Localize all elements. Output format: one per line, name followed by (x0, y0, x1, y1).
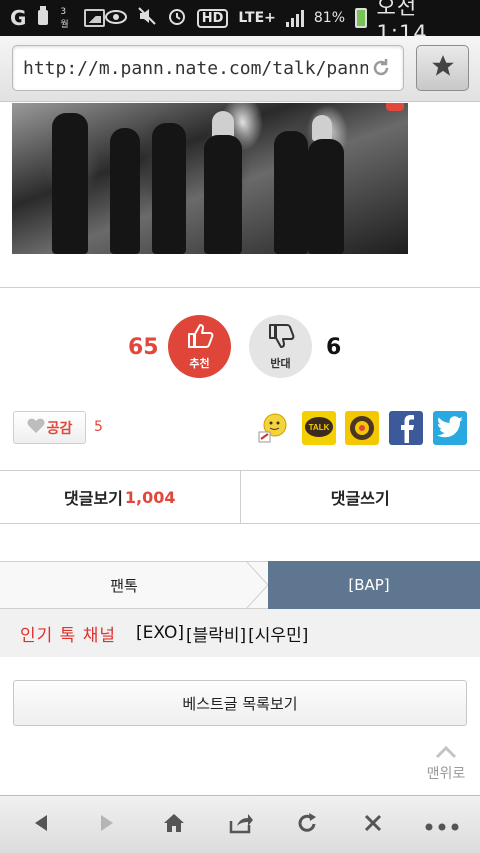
alarm-icon (167, 6, 187, 31)
more-button[interactable] (424, 810, 460, 840)
oppose-label: 반대 (270, 356, 291, 370)
url-text[interactable]: http://m.pann.nate.com/talk/pann/1 (23, 58, 368, 79)
status-bar: G 3월 HD LTE+ 81% 오전 1:14 (0, 0, 480, 45)
thumbs-up-icon (186, 323, 214, 353)
star-icon (430, 53, 456, 83)
battery-icon (355, 8, 367, 28)
recommend-count: 65 (128, 335, 159, 360)
recommend-label: 추천 (189, 356, 210, 370)
more-icon (425, 816, 459, 835)
tab-bap-label: [BAP] (348, 576, 390, 594)
article-photo (12, 103, 408, 254)
thumbs-down-icon (267, 323, 295, 353)
heart-icon (27, 418, 45, 438)
signal-icon (285, 9, 304, 27)
date-mini: 3월 (60, 6, 69, 30)
photo-badge (386, 103, 404, 111)
battery-percent: 81% (313, 10, 345, 26)
back-to-top-label: 맨위로 (426, 766, 466, 782)
kakaotalk-icon[interactable]: TALK (302, 411, 336, 445)
forward-button[interactable] (93, 810, 123, 840)
channel-link-blockb[interactable]: [블락비] (186, 621, 246, 646)
close-icon (363, 813, 383, 837)
oppose-button[interactable]: 반대 (249, 315, 312, 378)
chevron-up-icon (434, 745, 458, 763)
page-content: 65 추천 반대 6 공감 5 TALK 댓글보기 1,004 댓글쓰기 [BA… (0, 103, 480, 795)
share-button[interactable] (226, 810, 256, 840)
browser-bar: http://m.pann.nate.com/talk/pann/1 (0, 36, 480, 102)
comment-count: 1,004 (124, 487, 176, 507)
vote-row: 65 추천 반대 6 (0, 315, 480, 379)
browser-toolbar (0, 795, 480, 853)
talk-breadcrumb-tabs: [BAP] 팬톡 (0, 561, 480, 609)
best-list-button[interactable]: 베스트글 목록보기 (13, 680, 467, 726)
emoticon-share-icon[interactable] (256, 411, 290, 445)
like-count: 5 (94, 419, 103, 435)
back-button[interactable] (25, 810, 55, 840)
reload-button[interactable] (292, 810, 322, 840)
reload-icon (295, 811, 319, 839)
lte-icon: LTE+ (238, 10, 276, 26)
bottle-icon (36, 5, 50, 31)
close-button[interactable] (358, 810, 388, 840)
carrier-logo: G (10, 6, 27, 30)
arrow-right-icon (99, 813, 117, 837)
view-comments-button[interactable]: 댓글보기 1,004 (0, 471, 240, 523)
tab-fantalk[interactable]: 팬톡 (0, 561, 268, 609)
like-button[interactable]: 공감 (13, 411, 86, 444)
status-left: G 3월 (10, 5, 105, 31)
svg-text:TALK: TALK (309, 423, 330, 432)
tab-arrow-shape (246, 561, 268, 609)
popular-channels: 인기 톡 채널 [EXO] [블락비] [시우민] (0, 609, 480, 657)
bookmark-button[interactable] (416, 45, 469, 91)
write-comment-button[interactable]: 댓글쓰기 (239, 471, 480, 523)
tab-fantalk-label: 팬톡 (110, 576, 138, 595)
home-icon (162, 812, 186, 838)
refresh-icon[interactable] (369, 56, 393, 80)
eye-icon (104, 8, 127, 29)
twitter-icon[interactable] (433, 411, 467, 445)
tab-bap[interactable]: [BAP] (248, 561, 480, 609)
like-label: 공감 (46, 420, 73, 437)
popular-channels-title: 인기 톡 채널 (20, 625, 117, 646)
back-to-top-button[interactable]: 맨위로 (420, 745, 472, 789)
channel-link-exo[interactable]: [EXO] (136, 623, 184, 643)
share-icon (228, 812, 254, 838)
facebook-icon[interactable] (389, 411, 423, 445)
divider (0, 287, 480, 288)
recommend-button[interactable]: 추천 (168, 315, 231, 378)
channel-link-xiumin[interactable]: [시우민] (248, 621, 308, 646)
comment-row: 댓글보기 1,004 댓글쓰기 (0, 470, 480, 524)
hd-icon: HD (196, 8, 229, 28)
mute-icon (137, 6, 157, 31)
home-button[interactable] (159, 810, 189, 840)
view-comments-label: 댓글보기 (64, 489, 123, 508)
write-comment-label: 댓글쓰기 (330, 489, 390, 508)
share-row: 공감 5 TALK (0, 408, 480, 448)
best-list-label: 베스트글 목록보기 (182, 694, 298, 713)
kakaostory-icon[interactable] (345, 411, 379, 445)
oppose-count: 6 (326, 335, 342, 360)
arrow-left-icon (31, 813, 49, 837)
url-field[interactable]: http://m.pann.nate.com/talk/pann/1 (12, 45, 404, 91)
gallery-icon (83, 9, 105, 27)
